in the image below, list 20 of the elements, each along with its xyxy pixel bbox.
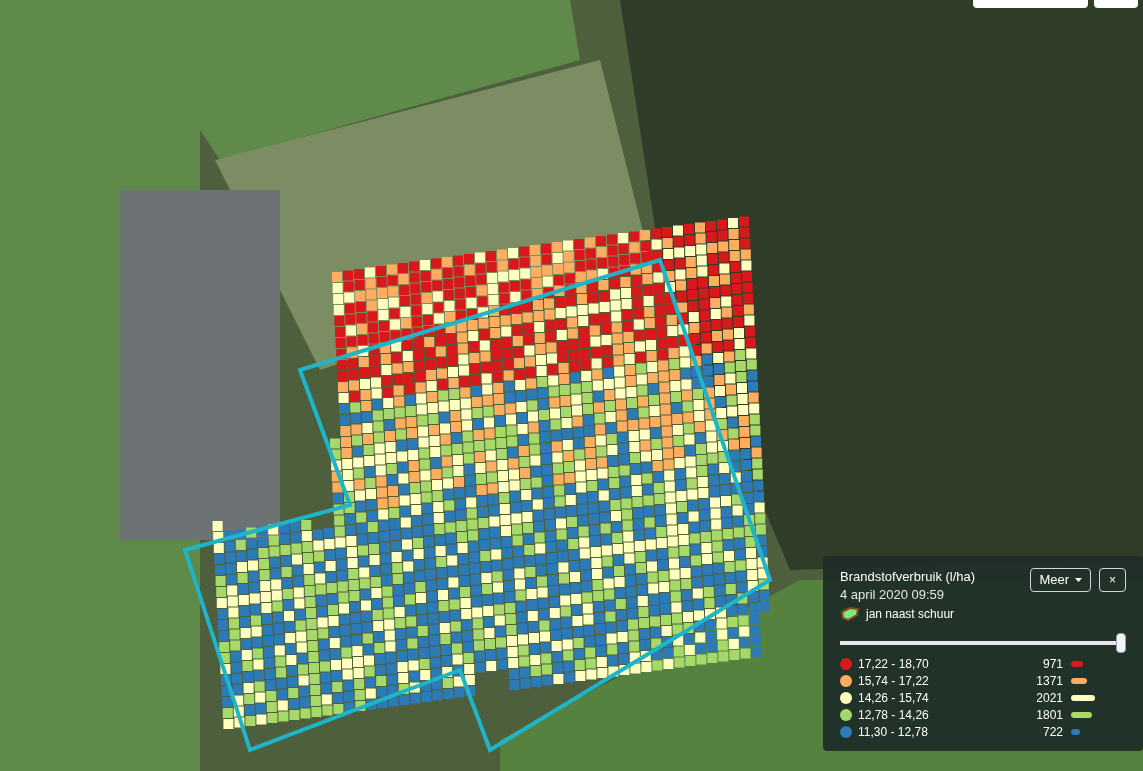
count-label: 722 [1041, 723, 1063, 741]
caret-icon [1075, 578, 1082, 582]
count-label: 1371 [1035, 672, 1063, 690]
range-label: 11,30 - 12,78 [858, 723, 929, 741]
range-label: 15,74 - 17,22 [858, 672, 930, 690]
count-label: 2021 [1035, 689, 1063, 707]
range-label: 17,22 - 18,70 [858, 655, 930, 673]
count-label: 971 [1041, 655, 1063, 673]
map-control-button[interactable] [1094, 0, 1138, 8]
close-button[interactable]: × [1099, 568, 1126, 592]
field-shape-icon [840, 607, 860, 621]
slider-thumb[interactable] [1116, 633, 1126, 653]
legend-title: Brandstofverbruik (l/ha) [840, 568, 976, 586]
legend-datetime: 4 april 2020 09:59 [840, 586, 946, 604]
field-name: jan naast schuur [866, 606, 955, 623]
count-label: 1801 [1035, 706, 1063, 724]
range-label: 14,26 - 15,74 [858, 689, 930, 707]
range-label: 12,78 - 14,26 [858, 706, 930, 724]
map-control-button[interactable] [973, 0, 1088, 8]
more-dropdown[interactable]: Meer [1030, 568, 1091, 592]
